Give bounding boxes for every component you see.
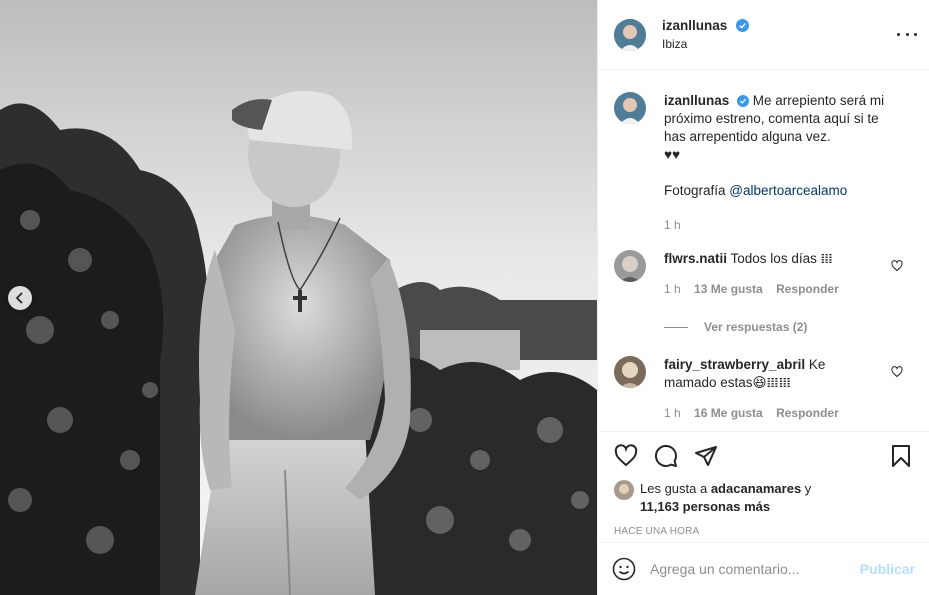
- comment-like-heart-icon[interactable]: [891, 260, 903, 272]
- comments-list[interactable]: izanllunas Me arrepiento será mi próximo…: [598, 70, 929, 431]
- avatar-image: [614, 250, 646, 282]
- comment-age[interactable]: 1 h: [664, 406, 681, 420]
- author-username[interactable]: izanllunas: [662, 18, 727, 33]
- comment-input[interactable]: [650, 561, 860, 577]
- avatar-image: [614, 92, 646, 124]
- bookmark-icon[interactable]: [889, 444, 913, 468]
- photo-credit-link[interactable]: @albertoarcealamo: [729, 183, 847, 198]
- verified-badge-icon: [735, 18, 749, 32]
- comment-text: Ke: [808, 357, 826, 372]
- author-avatar-image: [614, 18, 646, 51]
- avatar-image: [614, 356, 646, 388]
- view-replies-label: Ver respuestas (2): [704, 320, 808, 334]
- post-photo[interactable]: [0, 0, 597, 595]
- caption-hearts: ♥♥: [664, 147, 681, 162]
- more-dot: [905, 32, 909, 36]
- comment-icon[interactable]: [654, 444, 678, 468]
- likes-others-count[interactable]: 11,163 personas más: [640, 499, 770, 514]
- comment-likes[interactable]: 13 Me gusta: [694, 282, 763, 296]
- caption-text-line: has arrepentido alguna vez.: [664, 129, 831, 144]
- liker-avatar[interactable]: [614, 480, 634, 500]
- likes-prefix: Les gusta a: [640, 481, 711, 496]
- commenter-avatar[interactable]: [614, 356, 646, 388]
- comment-text: Todos los días 𝍖: [730, 251, 833, 266]
- caption-author-avatar[interactable]: [614, 92, 646, 124]
- comment-username[interactable]: flwrs.natii: [664, 251, 727, 266]
- author-avatar[interactable]: [614, 18, 646, 51]
- post-timestamp[interactable]: HACE UNA HORA: [614, 526, 913, 537]
- comment-like-heart-icon[interactable]: [891, 366, 903, 378]
- post-side-panel: izanllunas Ibiza izanllunas Me arrepient…: [597, 0, 929, 595]
- post-location[interactable]: Ibiza: [662, 35, 749, 53]
- comment-row: fairy_strawberry_abril Ke mamado estas😆𝍖…: [614, 356, 913, 422]
- comment-row: flwrs.natii Todos los días 𝍖 1 h 13 Me g…: [614, 250, 913, 298]
- likes-summary: Les gusta a adacanamares y 11,163 person…: [614, 480, 913, 516]
- reply-button[interactable]: Responder: [776, 282, 839, 296]
- caption-text-line: próximo estreno, comenta aquí si te: [664, 111, 879, 126]
- more-options-button[interactable]: [897, 24, 917, 44]
- post-header: izanllunas Ibiza: [598, 0, 929, 70]
- commenter-avatar[interactable]: [614, 250, 646, 282]
- carousel-prev-button[interactable]: [8, 286, 32, 310]
- comment-username[interactable]: fairy_strawberry_abril: [664, 357, 805, 372]
- comment-likes[interactable]: 16 Me gusta: [694, 406, 763, 420]
- reply-button[interactable]: Responder: [776, 406, 839, 420]
- comment-age[interactable]: 1 h: [664, 282, 681, 296]
- chevron-left-icon: [15, 292, 23, 304]
- liker-username[interactable]: adacanamares: [711, 481, 801, 496]
- add-comment-bar: Publicar: [598, 542, 929, 595]
- post-actions: Les gusta a adacanamares y 11,163 person…: [598, 431, 929, 542]
- photo-credit-prefix: Fotografía: [664, 183, 730, 198]
- replies-divider: [664, 326, 688, 328]
- heart-icon[interactable]: [614, 444, 638, 468]
- comment-text: mamado estas😆𝍖𝍖: [664, 375, 791, 390]
- view-replies-button[interactable]: Ver respuestas (2): [664, 320, 913, 334]
- caption-row: izanllunas Me arrepiento será mi próximo…: [614, 92, 913, 234]
- more-options-icon: [897, 32, 900, 36]
- avatar-image: [614, 480, 634, 500]
- publish-button[interactable]: Publicar: [860, 561, 915, 577]
- post-photo-image: [0, 0, 597, 595]
- caption-text-line: Me arrepiento será mi: [752, 93, 885, 108]
- likes-suffix: y: [801, 481, 812, 496]
- emoji-icon[interactable]: [612, 557, 636, 581]
- caption-age[interactable]: 1 h: [664, 218, 681, 232]
- more-dot: [914, 32, 917, 36]
- verified-badge-icon: [737, 95, 750, 107]
- caption-username[interactable]: izanllunas: [664, 93, 729, 108]
- share-icon[interactable]: [694, 444, 718, 468]
